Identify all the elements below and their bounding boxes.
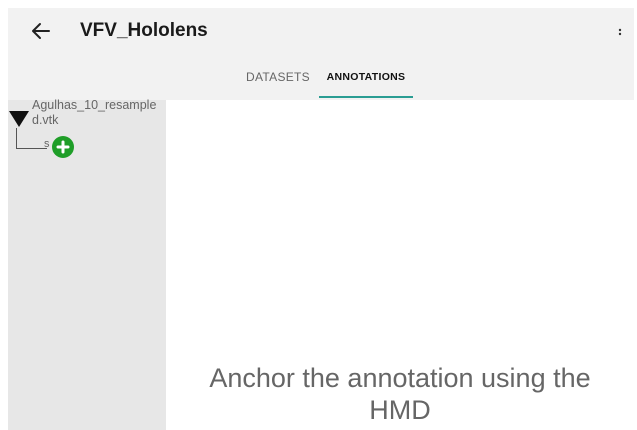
more-vert-icon bbox=[618, 28, 622, 36]
tab-bar: DATASETS ANNOTATIONS bbox=[8, 56, 634, 100]
dataset-tree-item[interactable]: Agulhas_10_resampled.vtk bbox=[32, 98, 166, 128]
dataset-tree-panel: Agulhas_10_resampled.vtk s bbox=[8, 98, 166, 430]
back-button[interactable] bbox=[28, 18, 54, 44]
triangle-down-icon bbox=[9, 111, 29, 127]
arrow-left-icon bbox=[32, 23, 50, 39]
overflow-menu-button[interactable] bbox=[614, 26, 626, 38]
tree-connector-line bbox=[16, 128, 47, 149]
annotations-content: Anchor the annotation using the HMD bbox=[166, 100, 634, 430]
add-annotation-button[interactable] bbox=[52, 136, 74, 158]
plus-circle-icon bbox=[56, 140, 70, 154]
tab-datasets[interactable]: DATASETS bbox=[230, 56, 326, 100]
tab-indicator bbox=[319, 96, 413, 98]
tab-annotations[interactable]: ANNOTATIONS bbox=[319, 56, 413, 100]
app-bar: VFV_Hololens bbox=[8, 8, 634, 56]
tree-expand-toggle[interactable] bbox=[8, 106, 30, 128]
tree-child-label: s bbox=[44, 138, 50, 150]
app-title: VFV_Hololens bbox=[80, 20, 208, 41]
anchor-instruction: Anchor the annotation using the HMD bbox=[209, 363, 591, 425]
